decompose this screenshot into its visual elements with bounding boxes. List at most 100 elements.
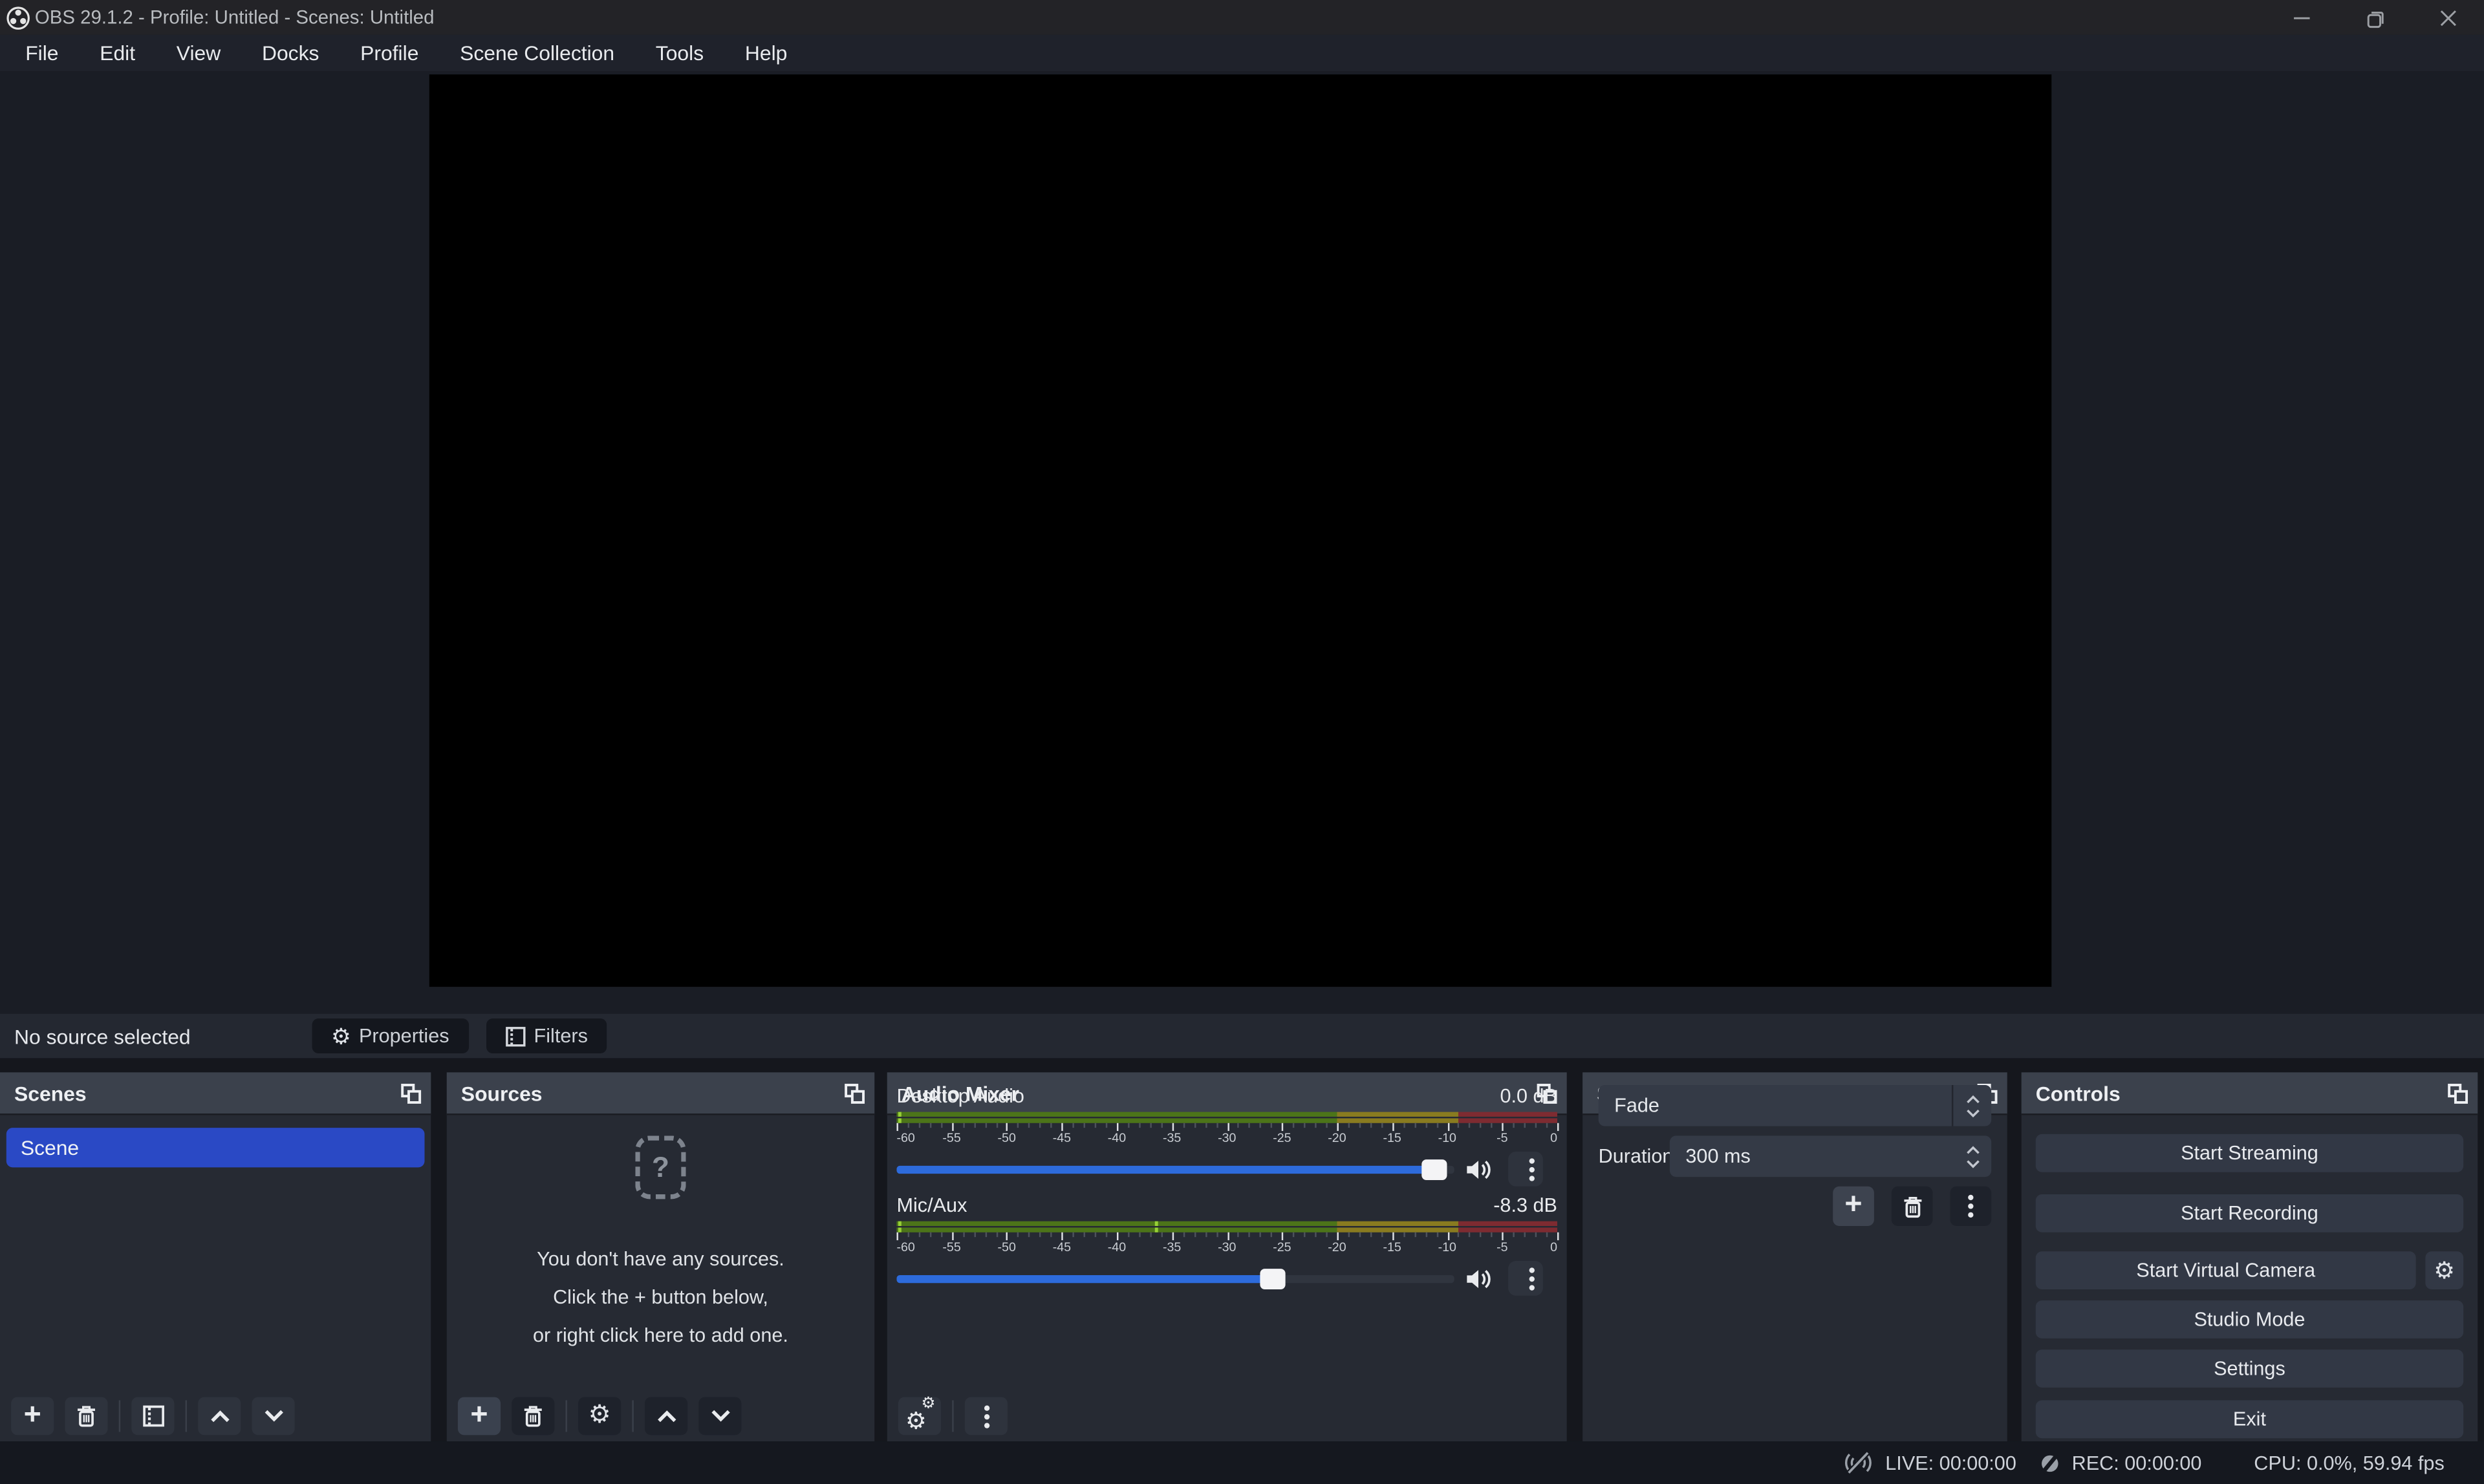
dock-area: Scenes Scene + <box>0 1072 2484 1441</box>
cpu-fps-status: CPU: 0.0%, 59.94 fps <box>2254 1452 2444 1474</box>
scene-transitions-panel: Scene Transitions Fade Duration <box>1582 1072 2007 1441</box>
menu-scene-collection[interactable]: Scene Collection <box>439 35 635 71</box>
mixer-channel-desktop-audio: Desktop Audio 0.0 dB -60-55-50-45-40-35-… <box>896 1085 1557 1187</box>
speaker-icon[interactable] <box>1465 1266 1493 1290</box>
kebab-icon <box>983 1404 989 1428</box>
chevron-up-icon <box>655 1408 677 1424</box>
filters-icon <box>142 1405 164 1427</box>
add-transition-button[interactable]: + <box>1833 1187 1874 1226</box>
start-virtual-camera-button[interactable]: Start Virtual Camera <box>2036 1251 2416 1289</box>
minimize-button[interactable] <box>2265 0 2338 35</box>
slider-handle[interactable] <box>1260 1268 1286 1289</box>
scene-list-item[interactable]: Scene <box>6 1128 425 1167</box>
live-status: LIVE: 00:00:00 <box>1842 1451 2016 1475</box>
slider-handle[interactable] <box>1422 1159 1447 1179</box>
sources-header: Sources <box>447 1072 874 1115</box>
toolbar-separator <box>566 1400 567 1432</box>
kebab-icon <box>1528 1157 1535 1181</box>
close-button[interactable] <box>2411 0 2484 35</box>
channel-db-value: 0.0 dB <box>1500 1085 1557 1112</box>
remove-transition-button[interactable] <box>1892 1187 1933 1226</box>
kebab-icon <box>1528 1266 1535 1290</box>
move-source-up-button[interactable] <box>645 1397 687 1436</box>
exit-button[interactable]: Exit <box>2036 1400 2463 1438</box>
move-scene-down-button[interactable] <box>252 1397 294 1436</box>
transition-buttons: + <box>1833 1187 1991 1226</box>
add-scene-button[interactable]: + <box>11 1397 54 1436</box>
menu-view[interactable]: View <box>156 35 241 71</box>
chevron-up-icon <box>208 1408 230 1424</box>
start-recording-button[interactable]: Start Recording <box>2036 1194 2463 1232</box>
popout-icon[interactable] <box>401 1082 422 1103</box>
gear-icon: ⚙ <box>2434 1258 2455 1282</box>
transition-options-button[interactable] <box>1950 1187 1991 1226</box>
menu-tools[interactable]: Tools <box>635 35 724 71</box>
chevron-down-icon <box>709 1408 731 1424</box>
sources-empty-state[interactable]: ? You don't have any sources. Click the … <box>447 1135 874 1354</box>
kebab-icon <box>1967 1194 1974 1218</box>
sources-panel: Sources ? You don't have any sources. Cl… <box>447 1072 874 1441</box>
filters-button[interactable]: Filters <box>486 1018 607 1053</box>
meter-scale: -60-55-50-45-40-35-30-25-20-15-10-50 <box>896 1123 1557 1148</box>
mixer-channel-mic-aux: Mic/Aux -8.3 dB -60-55-50-45-40-35-30-25… <box>896 1194 1557 1296</box>
chevrons-up-down-icon[interactable] <box>1966 1145 1980 1168</box>
menu-edit[interactable]: Edit <box>79 35 156 71</box>
duration-spinbox[interactable]: 300 ms <box>1670 1135 1991 1177</box>
popout-icon[interactable] <box>2448 1082 2468 1103</box>
window-controls <box>2265 0 2484 35</box>
gear-icon: ⚙ <box>331 1025 351 1047</box>
window-title: OBS 29.1.2 - Profile: Untitled - Scenes:… <box>35 6 435 28</box>
channel-name: Mic/Aux <box>896 1194 967 1221</box>
filters-icon <box>505 1026 526 1046</box>
controls-header: Controls <box>2022 1072 2478 1115</box>
move-source-down-button[interactable] <box>698 1397 741 1436</box>
volume-slider[interactable] <box>896 1165 1454 1173</box>
sources-toolbar: + ⚙ <box>458 1397 741 1436</box>
source-properties-button[interactable]: ⚙ <box>578 1397 621 1436</box>
controls-panel: Controls Start Streaming Start Recording… <box>2022 1072 2478 1441</box>
toolbar-separator <box>952 1400 953 1432</box>
add-source-button[interactable]: + <box>458 1397 501 1436</box>
obs-window: OBS 29.1.2 - Profile: Untitled - Scenes:… <box>0 0 2484 1484</box>
channel-options-button[interactable] <box>1508 1261 1543 1296</box>
double-gear-icon: ⚙⚙ <box>905 1403 934 1428</box>
menu-docks[interactable]: Docks <box>241 35 340 71</box>
rec-status: REC: 00:00:00 <box>2038 1452 2201 1474</box>
scenes-title: Scenes <box>14 1081 87 1105</box>
remove-scene-button[interactable] <box>65 1397 107 1436</box>
toolbar-separator <box>119 1400 120 1432</box>
popout-icon[interactable] <box>845 1082 865 1103</box>
studio-mode-button[interactable]: Studio Mode <box>2036 1300 2463 1339</box>
channel-options-button[interactable] <box>1508 1152 1543 1187</box>
virtual-camera-settings-button[interactable]: ⚙ <box>2425 1251 2463 1289</box>
move-scene-up-button[interactable] <box>198 1397 241 1436</box>
start-streaming-button[interactable]: Start Streaming <box>2036 1134 2463 1172</box>
advanced-audio-button[interactable]: ⚙⚙ <box>898 1397 941 1436</box>
scenes-header: Scenes <box>0 1072 431 1115</box>
dot-slash-icon <box>2038 1452 2060 1474</box>
trash-icon <box>76 1405 97 1427</box>
plus-icon: + <box>24 1399 41 1430</box>
remove-source-button[interactable] <box>512 1397 554 1436</box>
mixer-options-button[interactable] <box>965 1397 1008 1436</box>
preview-canvas[interactable] <box>429 74 2051 987</box>
settings-button[interactable]: Settings <box>2036 1350 2463 1388</box>
properties-button[interactable]: ⚙ Properties <box>312 1018 468 1053</box>
volume-meter <box>896 1112 1557 1123</box>
menu-help[interactable]: Help <box>724 35 808 71</box>
volume-meter <box>896 1221 1557 1232</box>
volume-slider[interactable] <box>896 1274 1454 1282</box>
plus-icon: + <box>470 1399 488 1430</box>
chevron-down-icon <box>262 1408 284 1424</box>
maximize-button[interactable] <box>2338 0 2412 35</box>
controls-buttons: Start Streaming Start Recording Start Vi… <box>2036 1115 2463 1439</box>
chevrons-up-down-icon <box>1952 1085 1991 1126</box>
menu-file[interactable]: File <box>5 35 79 71</box>
duration-row: Duration 300 ms <box>1599 1135 1992 1177</box>
toolbar-separator <box>186 1400 187 1432</box>
speaker-icon[interactable] <box>1465 1157 1493 1181</box>
title-bar: OBS 29.1.2 - Profile: Untitled - Scenes:… <box>0 0 2484 35</box>
transition-select[interactable]: Fade <box>1599 1085 1992 1126</box>
scene-filters-button[interactable] <box>131 1397 174 1436</box>
menu-profile[interactable]: Profile <box>340 35 439 71</box>
